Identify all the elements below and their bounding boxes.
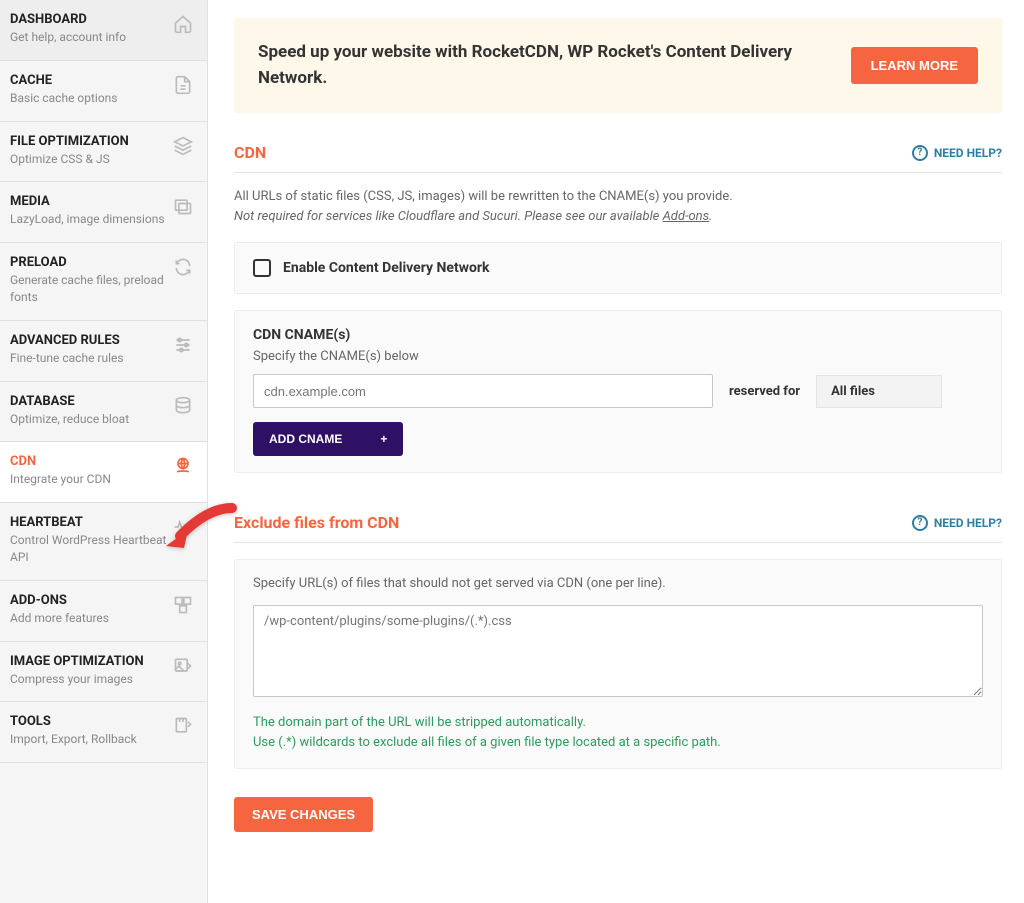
sidebar-item-cdn[interactable]: CDN Integrate your CDN	[0, 442, 207, 503]
learn-more-button[interactable]: LEARN MORE	[851, 47, 978, 84]
sidebar-item-advanced-rules[interactable]: ADVANCED RULES Fine-tune cache rules	[0, 321, 207, 382]
promo-message: Speed up your website with RocketCDN, WP…	[258, 40, 818, 91]
main-content: Speed up your website with RocketCDN, WP…	[208, 0, 1024, 903]
sidebar-item-sub: Get help, account info	[10, 29, 173, 46]
sidebar-item-sub: Basic cache options	[10, 90, 173, 107]
divider	[234, 172, 1002, 173]
exclude-hint: The domain part of the URL will be strip…	[253, 713, 983, 752]
cdn-heading: CDN	[234, 143, 266, 162]
cname-title: CDN CNAME(s)	[253, 327, 983, 343]
exclude-textarea[interactable]	[253, 605, 983, 697]
need-help-label-2: NEED HELP?	[934, 516, 1002, 530]
addons-link[interactable]: Add-ons	[663, 209, 710, 224]
save-changes-button[interactable]: SAVE CHANGES	[234, 797, 373, 832]
sidebar-item-title: CACHE	[10, 73, 173, 88]
sidebar-item-title: HEARTBEAT	[10, 515, 173, 530]
images-icon	[173, 196, 193, 216]
sidebar-item-title: ADD-ONS	[10, 593, 173, 608]
help-icon: ?	[912, 515, 928, 531]
sidebar-item-sub: Generate cache files, preload fonts	[10, 272, 173, 306]
sidebar-item-sub: Optimize, reduce bloat	[10, 411, 173, 428]
sidebar-item-sub: Integrate your CDN	[10, 471, 173, 488]
sidebar-item-dashboard[interactable]: DASHBOARD Get help, account info	[0, 0, 207, 61]
cname-sub: Specify the CNAME(s) below	[253, 349, 983, 364]
sidebar-item-title: DATABASE	[10, 394, 173, 409]
sidebar-item-title: CDN	[10, 454, 173, 469]
sidebar-item-title: FILE OPTIMIZATION	[10, 134, 173, 149]
blocks-icon	[173, 595, 193, 615]
exclude-heading: Exclude files from CDN	[234, 513, 399, 532]
home-icon	[173, 14, 193, 34]
sidebar-item-title: IMAGE OPTIMIZATION	[10, 654, 173, 669]
globe-hand-icon	[173, 456, 193, 476]
need-help-link-2[interactable]: ? NEED HELP?	[912, 515, 1002, 531]
help-icon: ?	[912, 145, 928, 161]
reserved-for-label: reserved for	[729, 384, 800, 399]
cdn-description: All URLs of static files (CSS, JS, image…	[234, 187, 1002, 226]
enable-cdn-label: Enable Content Delivery Network	[283, 260, 489, 276]
add-cname-label: ADD CNAME	[269, 432, 342, 446]
sidebar-item-title: TOOLS	[10, 714, 173, 729]
exclude-sub: Specify URL(s) of files that should not …	[253, 576, 983, 591]
exclude-section-head: Exclude files from CDN ? NEED HELP?	[234, 513, 1002, 532]
sidebar-item-cache[interactable]: CACHE Basic cache options	[0, 61, 207, 122]
file-icon	[173, 75, 193, 95]
sidebar-item-title: MEDIA	[10, 194, 173, 209]
sidebar-item-title: ADVANCED RULES	[10, 333, 173, 348]
plus-icon: +	[380, 432, 387, 446]
cname-input[interactable]	[253, 374, 713, 408]
image-opt-icon	[173, 656, 193, 676]
sidebar-item-sub: Add more features	[10, 610, 173, 627]
sidebar-item-preload[interactable]: PRELOAD Generate cache files, preload fon…	[0, 243, 207, 321]
sidebar-item-tools[interactable]: TOOLS Import, Export, Rollback	[0, 702, 207, 763]
divider	[234, 542, 1002, 543]
sidebar-item-title: PRELOAD	[10, 255, 173, 270]
need-help-link[interactable]: ? NEED HELP?	[912, 145, 1002, 161]
sidebar-item-sub: Compress your images	[10, 671, 173, 688]
refresh-icon	[173, 257, 193, 277]
heartbeat-icon	[173, 517, 193, 537]
sidebar-item-add-ons[interactable]: ADD-ONS Add more features	[0, 581, 207, 642]
sidebar-item-sub: Optimize CSS & JS	[10, 151, 173, 168]
need-help-label: NEED HELP?	[934, 146, 1002, 160]
promo-banner: Speed up your website with RocketCDN, WP…	[234, 18, 1002, 113]
cdn-desc-line1: All URLs of static files (CSS, JS, image…	[234, 187, 1002, 207]
reserved-for-select[interactable]: All files	[816, 375, 942, 408]
add-cname-button[interactable]: ADD CNAME +	[253, 422, 403, 456]
cdn-desc-line2: Not required for services like Cloudflar…	[234, 207, 1002, 227]
tools-icon	[173, 716, 193, 736]
sidebar-item-title: DASHBOARD	[10, 12, 173, 27]
exclude-box: Specify URL(s) of files that should not …	[234, 559, 1002, 769]
enable-cdn-box: Enable Content Delivery Network	[234, 242, 1002, 294]
sidebar-item-database[interactable]: DATABASE Optimize, reduce bloat	[0, 382, 207, 443]
enable-cdn-row[interactable]: Enable Content Delivery Network	[253, 259, 983, 277]
sidebar-item-media[interactable]: MEDIA LazyLoad, image dimensions	[0, 182, 207, 243]
database-icon	[173, 396, 193, 416]
cname-row: reserved for All files	[253, 374, 983, 408]
sidebar-item-heartbeat[interactable]: HEARTBEAT Control WordPress Heartbeat API	[0, 503, 207, 581]
cdn-section-head: CDN ? NEED HELP?	[234, 143, 1002, 162]
sidebar-item-sub: LazyLoad, image dimensions	[10, 211, 173, 228]
sliders-icon	[173, 335, 193, 355]
enable-cdn-checkbox[interactable]	[253, 259, 271, 277]
layers-icon	[173, 136, 193, 156]
sidebar-item-sub: Import, Export, Rollback	[10, 731, 173, 748]
cname-box: CDN CNAME(s) Specify the CNAME(s) below …	[234, 310, 1002, 473]
sidebar-item-sub: Control WordPress Heartbeat API	[10, 532, 173, 566]
sidebar: DASHBOARD Get help, account info CACHE Basi…	[0, 0, 208, 903]
sidebar-item-sub: Fine-tune cache rules	[10, 350, 173, 367]
sidebar-item-image-optimization[interactable]: IMAGE OPTIMIZATION Compress your images	[0, 642, 207, 703]
sidebar-item-file-optimization[interactable]: FILE OPTIMIZATION Optimize CSS & JS	[0, 122, 207, 183]
